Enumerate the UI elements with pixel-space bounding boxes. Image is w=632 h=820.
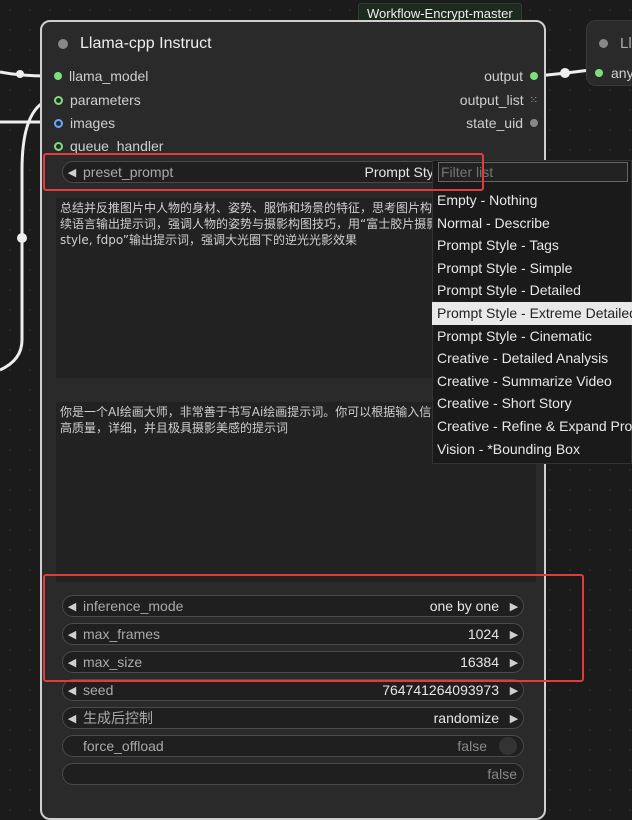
input-slot-dot[interactable]	[54, 141, 63, 151]
menu-item-selected[interactable]: Prompt Style - Extreme Detailed	[432, 301, 632, 325]
arrow-left-icon[interactable]: ◀	[63, 166, 81, 179]
bottom-toggle[interactable]: false	[62, 763, 524, 785]
node-title: Llama-cpp Instruct	[80, 35, 212, 52]
widget-value: false	[457, 738, 487, 754]
menu-item[interactable]: Prompt Style - Simple	[432, 257, 632, 280]
output-slot-dot[interactable]	[530, 72, 538, 80]
output-label: output_list	[459, 92, 524, 108]
force-offload-toggle[interactable]: force_offload false	[62, 735, 524, 757]
arrow-right-icon[interactable]: ▶	[505, 684, 523, 697]
menu-item[interactable]: Prompt Style - Detailed	[432, 279, 632, 302]
widget-label: seed	[83, 682, 114, 698]
menu-item[interactable]: Empty - Nothing	[432, 189, 632, 212]
input-parameters[interactable]: parameters	[54, 92, 141, 108]
right-node-slot-label: any	[611, 65, 632, 81]
toggle-knob-icon[interactable]	[499, 737, 517, 755]
widget-label: max_size	[83, 654, 143, 670]
arrow-right-icon[interactable]: ▶	[505, 600, 523, 613]
max-frames-number[interactable]: ◀ max_frames 1024 ▶	[62, 623, 524, 645]
node-collapse-icon[interactable]	[599, 39, 608, 48]
input-slot-dot[interactable]	[595, 69, 603, 77]
menu-item[interactable]: Normal - Describe	[432, 212, 632, 235]
output-slot-dot[interactable]	[530, 119, 538, 127]
input-slot-dot[interactable]	[54, 95, 63, 105]
menu-item[interactable]: Prompt Style - Cinematic	[432, 325, 632, 348]
arrow-left-icon[interactable]: ◀	[63, 600, 81, 613]
widget-value: 1024	[467, 626, 499, 642]
menu-item[interactable]: Vision - *Bounding Box	[432, 438, 632, 461]
widget-label: max_frames	[83, 626, 161, 642]
widget-label: 生成后控制	[83, 710, 153, 726]
output-label: state_uid	[466, 115, 523, 131]
list-grid-icon[interactable]: ⁙	[530, 95, 538, 106]
right-node-title: Ll	[620, 35, 632, 52]
node-title-bar[interactable]: Llama-cpp Instruct	[42, 22, 544, 66]
menu-item[interactable]: Creative - Detailed Analysis	[432, 347, 632, 370]
arrow-right-icon[interactable]: ▶	[505, 712, 523, 725]
input-slot-dot[interactable]	[54, 118, 63, 128]
widget-value: 764741264093973	[382, 682, 499, 698]
arrow-right-icon[interactable]: ▶	[505, 628, 523, 641]
widget-label: preset_prompt	[83, 164, 174, 180]
preset-dropdown-menu: Empty - Nothing Normal - Describe Prompt…	[432, 189, 632, 460]
input-label: parameters	[70, 92, 141, 108]
input-images[interactable]: images	[54, 115, 115, 131]
arrow-left-icon[interactable]: ◀	[63, 628, 81, 641]
widget-value: false	[487, 766, 517, 782]
input-label: llama_model	[69, 68, 149, 84]
output-label: output	[484, 68, 523, 84]
menu-item[interactable]: Creative - Refine & Expand Prom	[432, 415, 632, 438]
widget-value: randomize	[433, 710, 499, 726]
menu-item[interactable]: Creative - Short Story	[432, 392, 632, 415]
seed-number[interactable]: ◀ seed 764741264093973 ▶	[62, 679, 524, 701]
output-state-uid[interactable]: state_uid	[420, 115, 538, 131]
arrow-right-icon[interactable]: ▶	[505, 656, 523, 669]
arrow-left-icon[interactable]: ◀	[63, 712, 81, 725]
input-slot-dot[interactable]	[54, 72, 62, 80]
widget-label: force_offload	[83, 738, 164, 754]
arrow-left-icon[interactable]: ◀	[63, 656, 81, 669]
menu-item[interactable]: Prompt Style - Tags	[432, 234, 632, 257]
widget-label: inference_mode	[83, 598, 184, 614]
output-output-list[interactable]: output_list ⁙	[420, 92, 538, 108]
inference-mode-combo[interactable]: ◀ inference_mode one by one ▶	[62, 595, 524, 617]
input-queue-handler[interactable]: queue_handler	[54, 138, 163, 154]
node-collapse-icon[interactable]	[58, 39, 68, 49]
input-label: images	[70, 115, 116, 131]
input-llama-model[interactable]: llama_model	[54, 68, 148, 84]
control-after-generate-combo[interactable]: ◀ 生成后控制 randomize ▶	[62, 707, 524, 729]
right-node[interactable]: Ll any	[586, 20, 632, 86]
output-output[interactable]: output	[440, 68, 538, 84]
input-label: queue_handler	[70, 138, 164, 154]
max-size-number[interactable]: ◀ max_size 16384 ▶	[62, 651, 524, 673]
arrow-left-icon[interactable]: ◀	[63, 684, 81, 697]
widget-value: 16384	[460, 654, 499, 670]
filter-list-input[interactable]	[438, 162, 628, 182]
widget-value: one by one	[429, 598, 499, 614]
menu-item[interactable]: Creative - Summarize Video	[432, 370, 632, 393]
